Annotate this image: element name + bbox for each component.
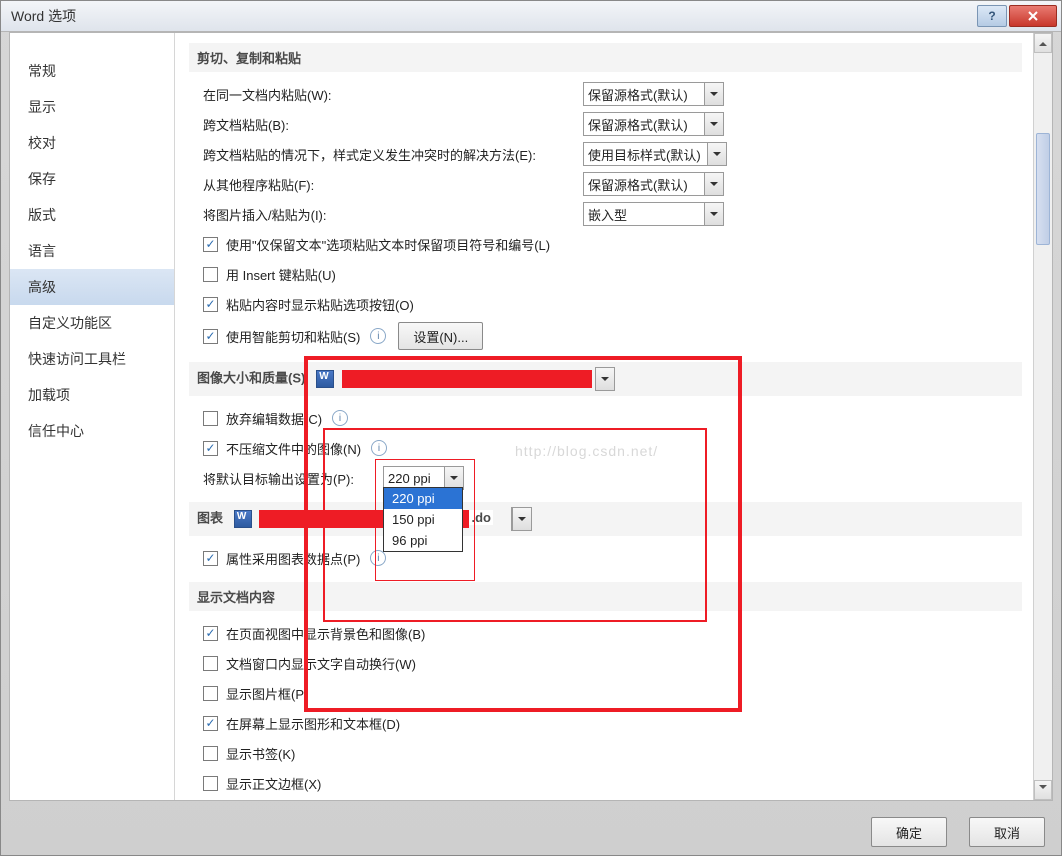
close-icon	[1027, 10, 1039, 22]
checkbox-icon	[203, 716, 218, 731]
chevron-down-icon	[704, 113, 723, 135]
info-icon: i	[332, 410, 348, 426]
checkbox-icon	[203, 686, 218, 701]
section-display-content: 显示文档内容	[189, 582, 1022, 611]
checkbox-icon	[203, 656, 218, 671]
chart-doc-select[interactable]	[511, 507, 532, 531]
paste-cross-doc-label: 跨文档粘贴(B):	[203, 115, 583, 134]
sidebar-item-trust-center[interactable]: 信任中心	[10, 413, 174, 449]
dialog-footer: 确定 取消	[859, 817, 1045, 847]
sidebar-item-quick-access[interactable]: 快速访问工具栏	[10, 341, 174, 377]
sidebar-item-proofing[interactable]: 校对	[10, 125, 174, 161]
paste-other-prog-select[interactable]: 保留源格式(默认)	[583, 172, 724, 196]
chart-props-datapoint-checkbox[interactable]: 属性采用图表数据点(P)	[203, 549, 360, 568]
paste-other-prog-label: 从其他程序粘贴(F):	[203, 175, 583, 194]
help-button[interactable]: ?	[977, 5, 1007, 27]
insert-pic-as-select[interactable]: 嵌入型	[583, 202, 724, 226]
sidebar-item-advanced[interactable]: 高级	[10, 269, 174, 305]
options-panel: 剪切、复制和粘贴 在同一文档内粘贴(W): 保留源格式(默认) 跨文档粘贴(B)…	[175, 33, 1052, 800]
sidebar-item-customize-ribbon[interactable]: 自定义功能区	[10, 305, 174, 341]
info-icon: i	[371, 440, 387, 456]
checkbox-icon	[203, 329, 218, 344]
paste-cross-doc-select[interactable]: 保留源格式(默认)	[583, 112, 724, 136]
section-cut-copy-paste: 剪切、复制和粘贴	[189, 43, 1022, 72]
paste-same-doc-label: 在同一文档内粘贴(W):	[203, 85, 583, 104]
caption-buttons: ?	[977, 5, 1061, 28]
chevron-down-icon	[512, 508, 531, 530]
sidebar-item-language[interactable]: 语言	[10, 233, 174, 269]
image-quality-doc-select[interactable]	[595, 367, 615, 391]
insert-pic-as-label: 将图片插入/粘贴为(I):	[203, 205, 583, 224]
no-compress-images-checkbox[interactable]: 不压缩文件中的图像(N)	[203, 439, 361, 458]
smart-cut-paste-checkbox[interactable]: 使用智能剪切和粘贴(S)	[203, 327, 360, 346]
titlebar: Word 选项 ?	[1, 1, 1061, 32]
info-icon: i	[370, 550, 386, 566]
paste-conflict-select[interactable]: 使用目标样式(默认)	[583, 142, 727, 166]
ppi-option-96[interactable]: 96 ppi	[384, 530, 462, 551]
show-paste-options-checkbox[interactable]: 粘贴内容时显示粘贴选项按钮(O)	[203, 295, 414, 314]
ok-button[interactable]: 确定	[871, 817, 947, 847]
dialog-body: 常规 显示 校对 保存 版式 语言 高级 自定义功能区 快速访问工具栏 加载项 …	[9, 32, 1053, 801]
paste-same-doc-select[interactable]: 保留源格式(默认)	[583, 82, 724, 106]
chevron-down-icon	[595, 368, 614, 390]
checkbox-icon	[203, 237, 218, 252]
chevron-down-icon	[444, 467, 463, 489]
close-button[interactable]	[1009, 5, 1057, 27]
redacted-document-name	[342, 370, 592, 388]
checkbox-icon	[203, 626, 218, 641]
sidebar-item-layout[interactable]: 版式	[10, 197, 174, 233]
info-icon: i	[370, 328, 386, 344]
scroll-up-arrow-icon[interactable]	[1034, 33, 1052, 53]
ppi-option-150[interactable]: 150 ppi	[384, 509, 462, 530]
keep-bullets-checkbox[interactable]: 使用"仅保留文本"选项粘贴文本时保留项目符号和编号(L)	[203, 235, 550, 254]
checkbox-icon	[203, 776, 218, 791]
cancel-button[interactable]: 取消	[969, 817, 1045, 847]
section-chart: 图表 .do	[189, 502, 1022, 536]
wrap-text-checkbox[interactable]: 文档窗口内显示文字自动换行(W)	[203, 654, 416, 673]
checkbox-icon	[203, 746, 218, 761]
ppi-option-220[interactable]: 220 ppi	[384, 488, 462, 509]
sidebar-item-general[interactable]: 常规	[10, 53, 174, 89]
ppi-dropdown-list: 220 ppi 150 ppi 96 ppi	[383, 487, 463, 552]
discard-edit-data-checkbox[interactable]: 放弃编辑数据(C)	[203, 409, 322, 428]
scroll-down-arrow-icon[interactable]	[1034, 780, 1052, 800]
paste-conflict-label: 跨文档粘贴的情况下，样式定义发生冲突时的解决方法(E):	[203, 145, 583, 164]
default-target-output-label: 将默认目标输出设置为(P):	[203, 469, 383, 488]
show-text-boundaries-checkbox[interactable]: 显示正文边框(X)	[203, 774, 321, 793]
use-insert-key-checkbox[interactable]: 用 Insert 键粘贴(U)	[203, 265, 336, 284]
checkbox-icon	[203, 411, 218, 426]
show-shapes-textboxes-checkbox[interactable]: 在屏幕上显示图形和文本框(D)	[203, 714, 400, 733]
checkbox-icon	[203, 267, 218, 282]
scroll-thumb[interactable]	[1036, 133, 1050, 245]
chevron-down-icon	[704, 83, 723, 105]
word-options-dialog: Word 选项 ? 常规 显示 校对 保存 版式 语言 高级 自定义功能区 快速…	[0, 0, 1062, 856]
chevron-down-icon	[704, 173, 723, 195]
show-bg-color-checkbox[interactable]: 在页面视图中显示背景色和图像(B)	[203, 624, 425, 643]
sidebar-item-display[interactable]: 显示	[10, 89, 174, 125]
smart-cut-settings-button[interactable]: 设置(N)...	[398, 322, 483, 350]
scroll-area: 剪切、复制和粘贴 在同一文档内粘贴(W): 保留源格式(默认) 跨文档粘贴(B)…	[175, 33, 1034, 800]
sidebar: 常规 显示 校对 保存 版式 语言 高级 自定义功能区 快速访问工具栏 加载项 …	[10, 33, 175, 800]
vertical-scrollbar[interactable]	[1033, 33, 1052, 800]
document-icon	[316, 370, 334, 388]
checkbox-icon	[203, 297, 218, 312]
document-icon	[234, 510, 252, 528]
window-title: Word 选项	[11, 6, 76, 26]
show-bookmarks-checkbox[interactable]: 显示书签(K)	[203, 744, 295, 763]
checkbox-icon	[203, 551, 218, 566]
sidebar-item-addins[interactable]: 加载项	[10, 377, 174, 413]
show-picture-frames-checkbox[interactable]: 显示图片框(P)	[203, 684, 308, 703]
chevron-down-icon	[704, 203, 723, 225]
checkbox-icon	[203, 441, 218, 456]
sidebar-item-save[interactable]: 保存	[10, 161, 174, 197]
section-image-size-quality: 图像大小和质量(S)	[189, 362, 1022, 396]
chevron-down-icon	[707, 143, 726, 165]
